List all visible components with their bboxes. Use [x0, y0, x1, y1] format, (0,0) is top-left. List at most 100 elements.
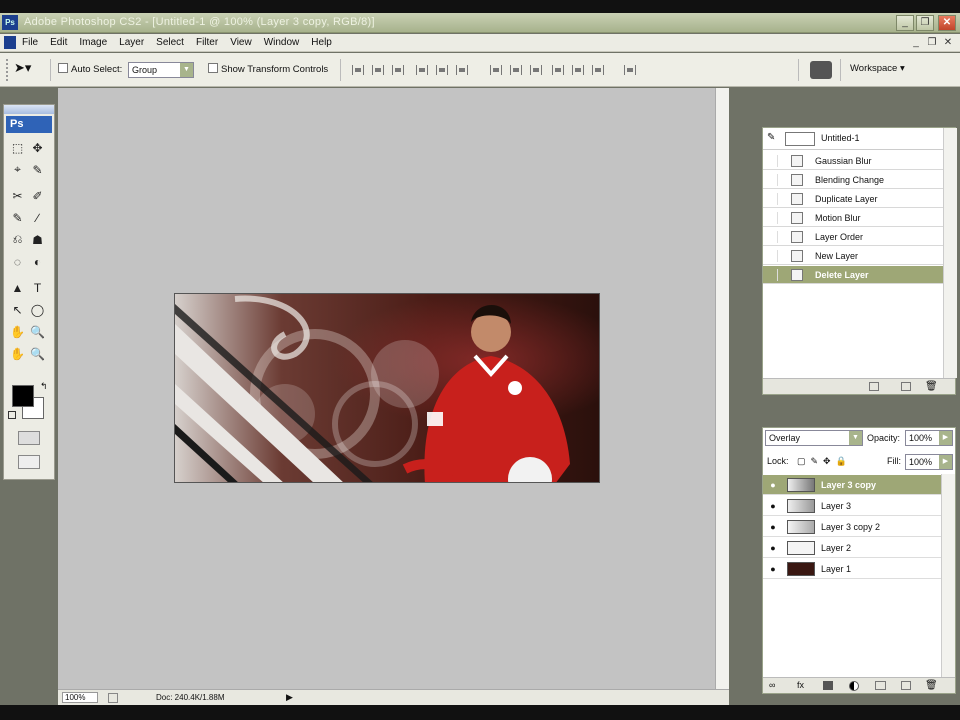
tool-icon[interactable]: ✂ [9, 187, 26, 204]
menu-layer[interactable]: Layer [119, 37, 144, 48]
layer-style-icon[interactable]: fx [797, 680, 804, 690]
history-snapshot[interactable]: ✎ Untitled-1 [763, 128, 943, 150]
tool-icon[interactable]: ✎ [9, 209, 26, 226]
history-state[interactable]: Motion Blur [763, 209, 943, 227]
align-distribute-icon[interactable] [456, 65, 468, 75]
auto-select-checkbox[interactable]: Auto Select: [58, 63, 122, 77]
trash-icon[interactable]: 🗑 [925, 381, 938, 392]
new-document-icon[interactable] [869, 382, 879, 391]
align-distribute-icon[interactable] [372, 65, 384, 75]
history-state[interactable]: Gaussian Blur [763, 152, 943, 170]
menu-edit[interactable]: Edit [50, 37, 67, 48]
tool-icon[interactable]: ⌖ [9, 161, 26, 178]
align-distribute-icon[interactable] [352, 65, 364, 75]
tool-icon[interactable]: 🔍 [29, 323, 46, 340]
opacity-field[interactable]: 100% ▶ [905, 430, 953, 446]
align-distribute-icon[interactable] [624, 65, 636, 75]
doc-close-icon[interactable]: ✕ [942, 37, 954, 49]
toolbox-header[interactable] [4, 105, 54, 114]
tool-icon[interactable]: ⎌ [9, 231, 26, 248]
history-scrollbar[interactable] [943, 128, 957, 378]
tool-icon[interactable]: 🔍 [29, 345, 46, 362]
link-layers-icon[interactable]: ∞ [769, 680, 775, 690]
layer-row[interactable]: ● Layer 2 [763, 538, 941, 558]
menu-view[interactable]: View [230, 37, 252, 48]
menu-filter[interactable]: Filter [196, 37, 218, 48]
tool-icon[interactable]: ▲ [9, 279, 26, 296]
workspace-menu[interactable]: Workspace ▾ [850, 63, 905, 77]
status-menu-arrow-icon[interactable]: ▶ [286, 692, 293, 703]
tool-icon[interactable]: ✎ [29, 161, 46, 178]
align-distribute-icon[interactable] [592, 65, 604, 75]
app-icon[interactable]: Ps [2, 15, 18, 30]
align-distribute-icon[interactable] [572, 65, 584, 75]
fill-field[interactable]: 100% ▶ [905, 454, 953, 470]
menu-image[interactable]: Image [79, 37, 107, 48]
history-source-checkbox[interactable] [765, 193, 778, 205]
layers-scrollbar[interactable] [941, 474, 955, 677]
history-state[interactable]: New Layer [763, 247, 943, 265]
tool-icon[interactable]: ◐ [29, 253, 46, 270]
tool-icon[interactable]: ∕ [29, 209, 46, 226]
new-layer-icon[interactable] [901, 681, 911, 690]
history-state[interactable]: Layer Order [763, 228, 943, 246]
quick-mask-icon[interactable] [18, 431, 40, 445]
new-group-icon[interactable] [875, 681, 886, 690]
blend-mode-dropdown[interactable]: Overlay ▼ [765, 430, 863, 446]
layer-row[interactable]: ● Layer 3 [763, 496, 941, 516]
document-icon[interactable] [4, 36, 16, 49]
photoshop-logo[interactable]: Ps [6, 116, 52, 133]
doc-restore-icon[interactable]: ❐ [926, 37, 938, 49]
tool-icon[interactable]: ✋ [9, 323, 26, 340]
layer-mask-icon[interactable] [823, 681, 833, 690]
history-source-checkbox[interactable] [765, 174, 778, 186]
status-icon[interactable] [108, 693, 118, 703]
tool-icon[interactable]: T [29, 279, 46, 296]
align-distribute-icon[interactable] [490, 65, 502, 75]
tool-icon[interactable]: ↖ [9, 301, 26, 318]
history-state[interactable]: Duplicate Layer [763, 190, 943, 208]
history-source-checkbox[interactable] [765, 250, 778, 262]
history-source-checkbox[interactable] [765, 155, 778, 167]
document-canvas[interactable] [174, 293, 600, 483]
zoom-field[interactable]: 100% [62, 692, 98, 703]
tool-icon[interactable]: ◯ [29, 301, 46, 318]
adjustment-layer-icon[interactable] [849, 681, 859, 691]
history-state[interactable]: Delete Layer [763, 266, 943, 284]
trash-icon[interactable]: 🗑 [925, 680, 938, 691]
menu-help[interactable]: Help [311, 37, 332, 48]
layer-row[interactable]: ● Layer 3 copy 2 [763, 517, 941, 537]
eye-icon[interactable]: ● [766, 541, 780, 555]
align-distribute-icon[interactable] [552, 65, 564, 75]
tool-icon[interactable]: ✋ [9, 345, 26, 362]
move-tool-icon[interactable]: ➤▾ [14, 60, 31, 75]
tool-icon[interactable]: ⬚ [9, 139, 26, 156]
tool-icon[interactable]: ✥ [29, 139, 46, 156]
layer-row[interactable]: ● Layer 3 copy [763, 475, 941, 495]
history-source-checkbox[interactable] [765, 212, 778, 224]
eye-icon[interactable]: ● [766, 562, 780, 576]
vertical-scrollbar[interactable] [715, 88, 729, 689]
restore-button[interactable]: ❐ [916, 15, 934, 31]
align-distribute-icon[interactable] [416, 65, 428, 75]
align-distribute-icon[interactable] [436, 65, 448, 75]
new-snapshot-icon[interactable] [901, 382, 911, 391]
show-transform-checkbox[interactable]: Show Transform Controls [208, 63, 328, 77]
lock-icons[interactable]: ▢✎✥🔒 [797, 456, 852, 467]
history-source-checkbox[interactable] [765, 269, 778, 281]
tool-icon[interactable]: ✐ [29, 187, 46, 204]
swap-colors-icon[interactable]: ↰ [40, 381, 48, 392]
title-bar[interactable]: Ps Adobe Photoshop CS2 - [Untitled-1 @ 1… [0, 13, 960, 33]
history-source-checkbox[interactable] [765, 231, 778, 243]
align-distribute-icon[interactable] [510, 65, 522, 75]
eye-icon[interactable]: ● [766, 520, 780, 534]
menu-file[interactable]: File [22, 37, 38, 48]
history-state[interactable]: Blending Change [763, 171, 943, 189]
foreground-color-swatch[interactable] [12, 385, 34, 407]
eye-icon[interactable]: ● [766, 478, 780, 492]
close-button[interactable]: ✕ [938, 15, 956, 31]
align-distribute-icon[interactable] [530, 65, 542, 75]
eye-icon[interactable]: ● [766, 499, 780, 513]
tool-icon[interactable]: ◌ [9, 253, 26, 270]
auto-select-dropdown[interactable]: Group ▼ [128, 62, 194, 78]
